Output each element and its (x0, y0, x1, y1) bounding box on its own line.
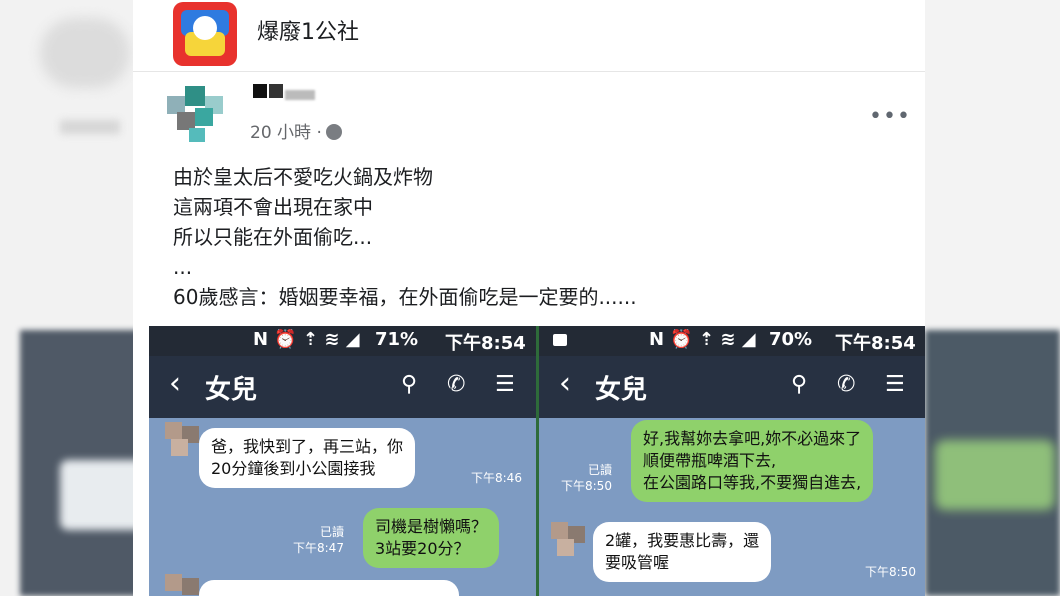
message-line: 要吸管喔 (605, 553, 670, 572)
sender-avatar[interactable] (165, 422, 199, 456)
post-line: 這兩項不會出現在家中 (173, 195, 373, 219)
post-line: 60歲感言：婚姻要幸福，在外面偷吃是一定要的...... (173, 285, 637, 309)
message-meta: 已讀 下午8:50 (561, 462, 612, 494)
page-logo[interactable] (173, 2, 237, 66)
search-icon[interactable]: ⚲ (401, 372, 417, 397)
back-icon[interactable]: ‹ (559, 366, 571, 401)
message-line: 爸，我快到了，再三站，你 (211, 437, 404, 456)
message-bubble[interactable]: 爸，我快到了，再三站，你 20分鐘後到小公園接我 (199, 428, 416, 488)
blurred-background-right (925, 0, 1060, 596)
message-line: 司機是樹懶嗎？ (375, 517, 488, 536)
back-icon[interactable]: ‹ (169, 366, 181, 401)
message-bubble[interactable]: 司機是樹懶嗎？ 3站要20分？ (363, 508, 500, 568)
chat-title: 女兒 (205, 375, 258, 405)
message-line: 在公園路口等我,不要獨自進去, (643, 473, 862, 492)
username-redacted[interactable] (253, 84, 323, 100)
message-line: 順便帶瓶啤酒下去, (643, 451, 777, 470)
post-line: ... (173, 255, 193, 279)
phone-screenshot-left: N ⏰ ⇡ ≋ ◢ 71% 下午8:54 ‹ 女兒 ⚲ ✆ ☰ 爸，我快到了，再… (149, 326, 536, 596)
status-bar: N ⏰ ⇡ ≋ ◢ 70% 下午8:54 (539, 326, 925, 356)
chat-screenshots: N ⏰ ⇡ ≋ ◢ 71% 下午8:54 ‹ 女兒 ⚲ ✆ ☰ 爸，我快到了，再… (149, 326, 925, 596)
globe-icon (325, 124, 342, 140)
message-time: 下午8:47 (293, 541, 344, 555)
read-receipt: 已讀 (587, 463, 612, 477)
message-line: 3站要20分？ (375, 539, 470, 558)
post-line: 由於皇太后不愛吃火鍋及炸物 (173, 165, 433, 189)
status-time: 下午8:54 (445, 333, 526, 354)
chat-header: ‹ 女兒 ⚲ ✆ ☰ (539, 356, 925, 418)
battery-level: 70% (769, 329, 813, 350)
read-receipt: 已讀 (319, 525, 344, 539)
blurred-background-left (0, 0, 133, 596)
phone-icon[interactable]: ✆ (447, 372, 465, 397)
menu-icon[interactable]: ☰ (495, 372, 515, 397)
blurred-shape (935, 440, 1055, 510)
page-name[interactable]: 爆廢1公社 (257, 14, 359, 46)
message-bubble[interactable]: 好,我幫妳去拿吧,妳不必過來了 順便帶瓶啤酒下去, 在公園路口等我,不要獨自進去… (631, 420, 874, 502)
blurred-shape (60, 460, 133, 530)
message-time: 下午8:50 (561, 479, 612, 493)
sender-avatar[interactable] (165, 574, 199, 596)
image-notification-icon (553, 334, 567, 346)
post-timestamp[interactable]: 20 小時 · (250, 118, 342, 143)
chat-header: ‹ 女兒 ⚲ ✆ ☰ (149, 356, 536, 418)
sender-avatar[interactable] (551, 522, 585, 556)
post-time-text: 20 小時 · (250, 123, 322, 143)
message-line: 好,我幫妳去拿吧,妳不必過來了 (643, 429, 862, 448)
status-icons: N ⏰ ⇡ ≋ ◢ (253, 329, 360, 350)
blurred-shape (40, 18, 130, 88)
status-icons: N ⏰ ⇡ ≋ ◢ (649, 329, 756, 350)
more-icon[interactable]: ••• (869, 104, 911, 129)
search-icon[interactable]: ⚲ (791, 372, 807, 397)
main-column: 爆廢1公社 20 小時 · ••• 由於皇太后不愛吃火鍋及炸物 這兩項不會出現在… (133, 0, 925, 596)
menu-icon[interactable]: ☰ (885, 372, 905, 397)
message-meta: 已讀 下午8:47 (293, 524, 344, 556)
message-line: 20分鐘後到小公園接我 (211, 459, 376, 478)
blurred-shape (60, 120, 120, 134)
message-time: 下午8:50 (865, 565, 916, 579)
message-bubble-cutoff[interactable] (199, 580, 459, 596)
phone-icon[interactable]: ✆ (837, 372, 855, 397)
phone-screenshot-right: N ⏰ ⇡ ≋ ◢ 70% 下午8:54 ‹ 女兒 ⚲ ✆ ☰ 已讀 下午8:5… (539, 326, 925, 596)
message-line: 2罐，我要惠比壽，還 (605, 531, 760, 550)
message-time: 下午8:46 (471, 471, 522, 485)
post-line: 所以只能在外面偷吃... (173, 225, 373, 249)
status-bar: N ⏰ ⇡ ≋ ◢ 71% 下午8:54 (149, 326, 536, 356)
chat-title: 女兒 (595, 375, 648, 405)
message-bubble[interactable]: 2罐，我要惠比壽，還 要吸管喔 (593, 522, 772, 582)
avatar[interactable] (167, 86, 223, 142)
page-header: 爆廢1公社 (133, 0, 925, 72)
battery-level: 71% (375, 329, 419, 350)
post-body: 由於皇太后不愛吃火鍋及炸物 這兩項不會出現在家中 所以只能在外面偷吃... ..… (173, 162, 913, 312)
status-time: 下午8:54 (835, 333, 916, 354)
